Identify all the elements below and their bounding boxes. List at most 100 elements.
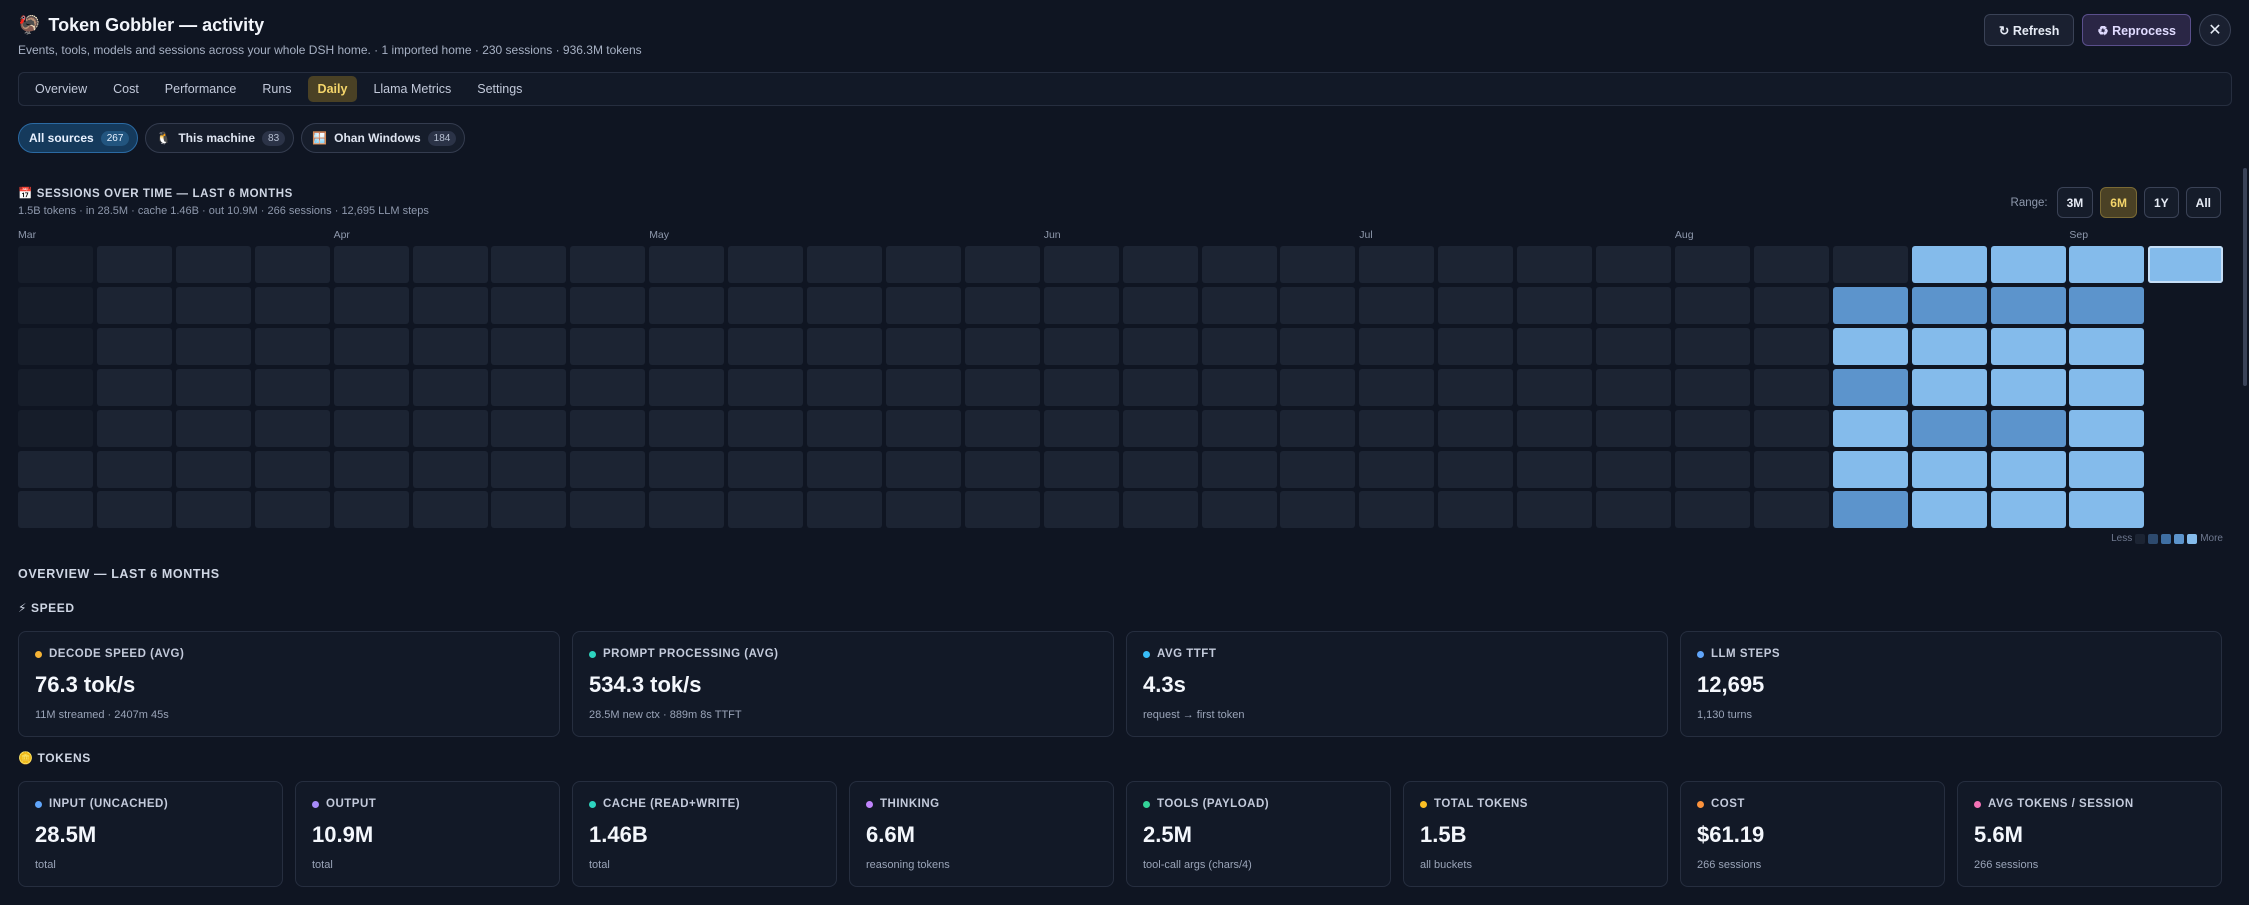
- heatmap-cell[interactable]: [885, 368, 961, 406]
- heatmap-cell[interactable]: [254, 491, 330, 529]
- heatmap-cell[interactable]: [649, 327, 725, 365]
- heatmap-cell[interactable]: [1832, 450, 1908, 488]
- heatmap-cell[interactable]: [649, 450, 725, 488]
- heatmap-cell[interactable]: [1438, 246, 1514, 283]
- heatmap-cell[interactable]: [728, 450, 804, 488]
- heatmap-cell[interactable]: [1596, 368, 1671, 406]
- heatmap-cell[interactable]: [18, 286, 93, 324]
- heatmap-cell[interactable]: [1280, 327, 1356, 365]
- heatmap-cell[interactable]: [1280, 286, 1356, 324]
- tab-llama-metrics[interactable]: Llama Metrics: [363, 76, 461, 102]
- heatmap-cell[interactable]: [1359, 409, 1435, 447]
- heatmap-cell[interactable]: [333, 368, 409, 406]
- source-chip-all-sources[interactable]: All sources 267: [18, 123, 139, 153]
- heatmap-cell[interactable]: [1674, 286, 1750, 324]
- heatmap-cell[interactable]: [175, 409, 251, 447]
- heatmap-cell[interactable]: [1201, 409, 1277, 447]
- heatmap-cell[interactable]: [175, 327, 251, 365]
- heatmap-cell[interactable]: [2069, 246, 2145, 283]
- heatmap-cell[interactable]: [1122, 246, 1198, 283]
- close-button[interactable]: ✕: [2199, 14, 2231, 46]
- heatmap-cell[interactable]: [1043, 327, 1119, 365]
- heatmap-cell[interactable]: [1043, 246, 1119, 283]
- heatmap-cell[interactable]: [1438, 491, 1514, 529]
- heatmap-cell[interactable]: [2069, 368, 2145, 406]
- heatmap-cell[interactable]: [649, 286, 725, 324]
- heatmap-cell[interactable]: [570, 450, 646, 488]
- heatmap-cell[interactable]: [1122, 450, 1198, 488]
- heatmap-cell[interactable]: [96, 450, 172, 488]
- heatmap-cell[interactable]: [2148, 246, 2224, 283]
- heatmap-cell[interactable]: [807, 450, 882, 488]
- source-chip-ohan-windows[interactable]: 🪟 Ohan Windows 184: [301, 123, 466, 153]
- heatmap-cell[interactable]: [491, 368, 567, 406]
- heatmap-cell[interactable]: [18, 327, 93, 365]
- heatmap-cell[interactable]: [254, 450, 330, 488]
- heatmap-cell[interactable]: [1280, 450, 1356, 488]
- heatmap-cell[interactable]: [491, 246, 567, 283]
- heatmap-cell[interactable]: [1596, 409, 1671, 447]
- heatmap-cell[interactable]: [1122, 491, 1198, 529]
- heatmap-cell[interactable]: [412, 327, 488, 365]
- heatmap-cell[interactable]: [1596, 246, 1671, 283]
- heatmap-cell[interactable]: [2069, 491, 2145, 529]
- heatmap-cell[interactable]: [1359, 450, 1435, 488]
- heatmap-cell[interactable]: [885, 409, 961, 447]
- heatmap-cell[interactable]: [1753, 409, 1829, 447]
- heatmap-cell[interactable]: [1674, 491, 1750, 529]
- heatmap-cell[interactable]: [964, 450, 1040, 488]
- heatmap-cell[interactable]: [570, 368, 646, 406]
- heatmap-cell[interactable]: [649, 246, 725, 283]
- heatmap-cell[interactable]: [1832, 327, 1908, 365]
- heatmap-cell[interactable]: [333, 409, 409, 447]
- heatmap-cell[interactable]: [1517, 327, 1593, 365]
- heatmap-cell[interactable]: [96, 409, 172, 447]
- page-scrollbar[interactable]: [2243, 168, 2247, 386]
- heatmap-cell[interactable]: [1911, 246, 1987, 283]
- tab-overview[interactable]: Overview: [25, 76, 97, 102]
- heatmap-cell[interactable]: [491, 491, 567, 529]
- heatmap-cell[interactable]: [491, 286, 567, 324]
- heatmap-cell[interactable]: [1359, 327, 1435, 365]
- range-button-3m[interactable]: 3M: [2056, 187, 2094, 218]
- heatmap-cell[interactable]: [1201, 246, 1277, 283]
- heatmap-cell[interactable]: [570, 286, 646, 324]
- heatmap-cell[interactable]: [964, 409, 1040, 447]
- heatmap-cell[interactable]: [1043, 368, 1119, 406]
- heatmap-cell[interactable]: [491, 327, 567, 365]
- heatmap-cell[interactable]: [96, 327, 172, 365]
- heatmap-cell[interactable]: [333, 246, 409, 283]
- heatmap-cell[interactable]: [1753, 327, 1829, 365]
- heatmap-cell[interactable]: [807, 246, 882, 283]
- heatmap-cell[interactable]: [1043, 286, 1119, 324]
- heatmap-cell[interactable]: [1990, 368, 2066, 406]
- heatmap-cell[interactable]: [412, 491, 488, 529]
- heatmap-cell[interactable]: [1438, 450, 1514, 488]
- heatmap-cell[interactable]: [18, 368, 93, 406]
- heatmap-cell[interactable]: [1438, 286, 1514, 324]
- heatmap-cell[interactable]: [175, 450, 251, 488]
- heatmap-cell[interactable]: [1911, 491, 1987, 529]
- heatmap-cell[interactable]: [96, 286, 172, 324]
- heatmap-cell[interactable]: [570, 491, 646, 529]
- heatmap-cell[interactable]: [254, 409, 330, 447]
- tab-runs[interactable]: Runs: [252, 76, 301, 102]
- tab-performance[interactable]: Performance: [155, 76, 247, 102]
- heatmap-cell[interactable]: [807, 286, 882, 324]
- heatmap-cell[interactable]: [254, 246, 330, 283]
- heatmap-cell[interactable]: [1122, 368, 1198, 406]
- range-button-all[interactable]: All: [2185, 187, 2221, 218]
- heatmap-cell[interactable]: [333, 450, 409, 488]
- refresh-button[interactable]: ↻ Refresh: [1983, 14, 2075, 46]
- heatmap-cell[interactable]: [1517, 368, 1593, 406]
- heatmap-cell[interactable]: [412, 450, 488, 488]
- heatmap-cell[interactable]: [18, 246, 93, 283]
- heatmap-cell[interactable]: [1122, 327, 1198, 365]
- heatmap-cell[interactable]: [1517, 491, 1593, 529]
- heatmap-cell[interactable]: [885, 327, 961, 365]
- tab-daily[interactable]: Daily: [307, 76, 358, 102]
- heatmap-cell[interactable]: [1596, 491, 1671, 529]
- heatmap-cell[interactable]: [964, 327, 1040, 365]
- heatmap-cell[interactable]: [333, 491, 409, 529]
- heatmap-cell[interactable]: [1911, 327, 1987, 365]
